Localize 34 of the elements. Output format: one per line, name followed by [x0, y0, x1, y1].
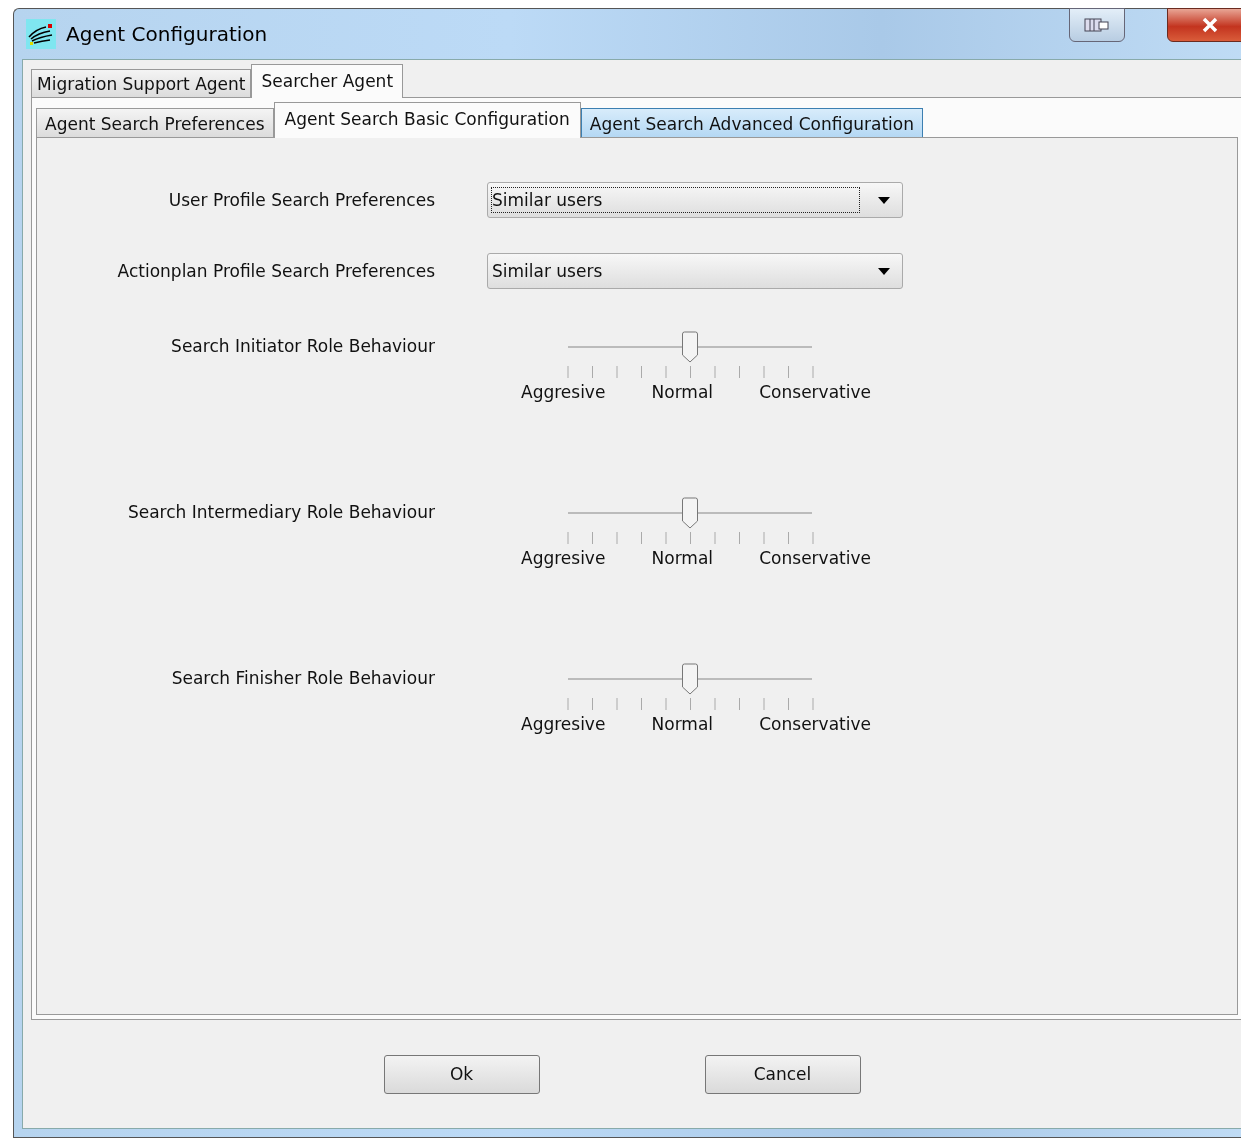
- restore-button[interactable]: [1069, 8, 1125, 42]
- scale-label: Aggresive: [521, 548, 606, 568]
- app-icon: [26, 19, 56, 49]
- scale-label: Normal: [651, 382, 714, 402]
- slider-thumb[interactable]: [681, 331, 699, 363]
- scale-label: Normal: [651, 714, 714, 734]
- setting-label: Search Intermediary Role Behaviour: [126, 502, 435, 522]
- tab[interactable]: Migration Support Agent: [31, 69, 252, 97]
- scale-label: Conservative: [759, 382, 871, 402]
- setting-label: User Profile Search Preferences: [167, 189, 435, 210]
- dialog-button[interactable]: Cancel: [704, 1054, 861, 1094]
- dialog-button[interactable]: Ok: [383, 1054, 540, 1094]
- setting-label: Actionplan Profile Search Preferences: [116, 260, 435, 281]
- scale-label: Aggresive: [521, 382, 606, 402]
- setting-label: Search Initiator Role Behaviour: [170, 336, 435, 356]
- scale-label: Aggresive: [521, 714, 606, 734]
- restore-icon: [1084, 18, 1110, 32]
- scale-label: Conservative: [759, 714, 871, 734]
- close-icon: [1200, 17, 1220, 33]
- caret-icon: [878, 267, 890, 275]
- tab[interactable]: Agent Search Preferences: [36, 108, 274, 137]
- setting-label: Search Finisher Role Behaviour: [170, 668, 435, 688]
- dropdown[interactable]: Similar users: [487, 182, 903, 218]
- slider-thumb[interactable]: [681, 663, 699, 695]
- tab[interactable]: Agent Search Basic Configuration: [273, 102, 581, 138]
- close-button[interactable]: [1167, 8, 1241, 42]
- tab[interactable]: Searcher Agent: [251, 64, 404, 98]
- caret-icon: [878, 196, 890, 204]
- scale-label: Normal: [651, 548, 714, 568]
- slider-thumb[interactable]: [681, 497, 699, 529]
- dropdown[interactable]: Similar users: [487, 253, 903, 289]
- scale-label: Conservative: [759, 548, 871, 568]
- window-title: Agent Configuration: [66, 22, 268, 46]
- tab[interactable]: Agent Search Advanced Configuration: [580, 108, 923, 137]
